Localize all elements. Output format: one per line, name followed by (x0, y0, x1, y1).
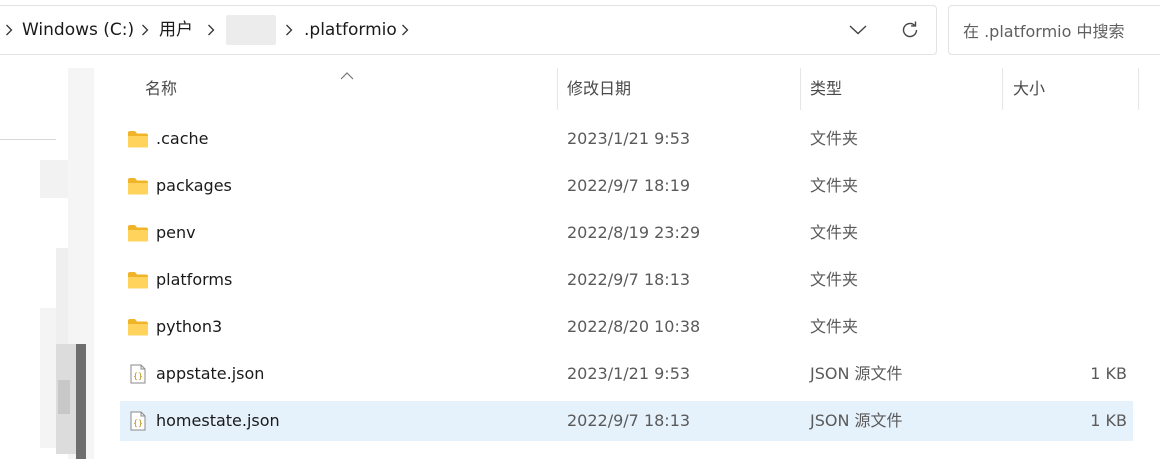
svg-text:{}: {} (133, 372, 143, 381)
json-file-icon: {} (130, 411, 146, 431)
folder-icon (128, 178, 148, 195)
file-modified: 2022/9/7 18:13 (567, 411, 691, 430)
column-header-type[interactable]: 类型 (810, 68, 842, 110)
chevron-right-icon[interactable] (398, 6, 412, 54)
folder-icon (128, 131, 148, 148)
refresh-icon[interactable] (892, 13, 928, 47)
chevron-right-icon[interactable] (138, 6, 152, 54)
file-row-selected[interactable]: {} homestate.json 2022/9/7 18:13 JSON 源文… (120, 401, 1133, 441)
file-row[interactable]: platforms 2022/9/7 18:13 文件夹 (120, 260, 1133, 300)
address-bar[interactable]: Windows (C:) 用户 .platformio (0, 5, 937, 55)
file-name: homestate.json (156, 411, 280, 430)
breadcrumb-username-redacted[interactable] (226, 15, 276, 45)
chevron-right-icon[interactable] (204, 6, 218, 54)
file-row[interactable]: python3 2022/8/20 10:38 文件夹 (120, 307, 1133, 347)
sort-ascending-icon (340, 66, 354, 80)
search-box[interactable] (948, 5, 1160, 56)
breadcrumb-current-folder[interactable]: .platformio (304, 6, 397, 54)
chevron-right-icon[interactable] (282, 6, 296, 54)
file-modified: 2023/1/21 9:53 (567, 129, 691, 148)
nav-pane-divider (0, 139, 56, 140)
file-modified: 2022/9/7 18:13 (567, 270, 691, 289)
file-name: penv (156, 223, 196, 242)
nav-pane-blurred-block (76, 344, 86, 459)
column-divider[interactable] (1138, 68, 1139, 110)
file-modified: 2022/9/7 18:19 (567, 176, 691, 195)
column-divider[interactable] (557, 68, 558, 110)
file-row[interactable]: packages 2022/9/7 18:19 文件夹 (120, 166, 1133, 206)
breadcrumb-drive[interactable]: Windows (C:) (22, 6, 134, 54)
file-name: .cache (156, 129, 209, 148)
nav-pane-blurred-block (40, 160, 68, 198)
file-type: 文件夹 (810, 223, 859, 242)
nav-pane-blurred-block (58, 380, 70, 414)
json-file-icon: {} (130, 364, 146, 384)
file-type: 文件夹 (810, 270, 859, 289)
folder-icon (128, 225, 148, 242)
file-modified: 2023/1/21 9:53 (567, 364, 691, 383)
svg-text:{}: {} (133, 419, 143, 428)
file-row[interactable]: penv 2022/8/19 23:29 文件夹 (120, 213, 1133, 253)
file-name: python3 (156, 317, 223, 336)
folder-icon (128, 272, 148, 289)
file-modified: 2022/8/20 10:38 (567, 317, 701, 336)
file-row[interactable]: .cache 2023/1/21 9:53 文件夹 (120, 119, 1133, 159)
folder-icon (128, 319, 148, 336)
file-modified: 2022/8/19 23:29 (567, 223, 701, 242)
column-header-size[interactable]: 大小 (1013, 68, 1045, 110)
file-name: appstate.json (156, 364, 265, 383)
breadcrumb-users[interactable]: 用户 (159, 6, 193, 54)
nav-pane-blurred-block (40, 308, 56, 448)
chevron-down-icon[interactable] (840, 13, 876, 47)
file-type: JSON 源文件 (810, 364, 903, 383)
file-size: 1 KB (1090, 411, 1127, 430)
column-header-name[interactable]: 名称 (145, 68, 177, 110)
file-size: 1 KB (1090, 364, 1127, 383)
file-row[interactable]: {} appstate.json 2023/1/21 9:53 JSON 源文件… (120, 354, 1133, 394)
file-type: 文件夹 (810, 129, 859, 148)
file-type: 文件夹 (810, 317, 859, 336)
search-input[interactable] (961, 6, 1160, 56)
column-header-modified[interactable]: 修改日期 (567, 68, 631, 110)
file-name: packages (156, 176, 232, 195)
file-name: platforms (156, 270, 233, 289)
chevron-right-icon[interactable] (2, 6, 16, 54)
column-divider[interactable] (800, 68, 801, 110)
file-type: JSON 源文件 (810, 411, 903, 430)
column-divider[interactable] (1002, 68, 1003, 110)
file-type: 文件夹 (810, 176, 859, 195)
navigation-pane[interactable] (0, 68, 94, 459)
